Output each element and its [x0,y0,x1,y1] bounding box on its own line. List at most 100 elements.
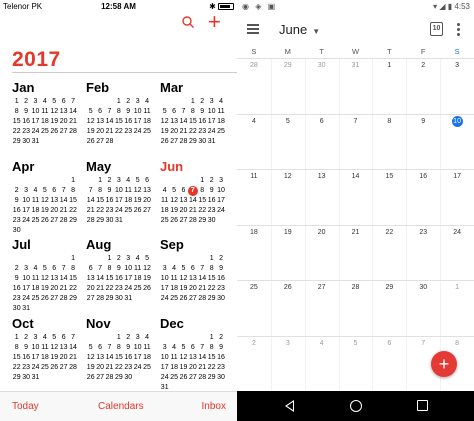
day-cell[interactable]: 8 [372,115,406,170]
day-cell[interactable]: 12 [271,170,305,225]
day-number: 23 [22,364,30,371]
day-number: 2 [219,255,223,262]
day-number: 31 [114,217,123,224]
day-cell[interactable]: 1 [440,281,474,336]
back-icon[interactable] [285,400,294,412]
day-cell[interactable]: 6 [305,115,339,170]
day-number: 17 [160,364,169,371]
day-cell[interactable]: 2 [406,59,440,114]
day-cell[interactable]: 11 [237,170,271,225]
search-icon[interactable] [182,16,194,28]
day-number [198,254,207,264]
day-number: 10 [160,275,169,282]
day-cell[interactable]: 31 [339,59,373,114]
day-cell[interactable]: 2 [237,337,271,392]
day-cell[interactable]: 26 [271,281,305,336]
day-cell[interactable]: 28 [237,59,271,114]
day-cell[interactable]: 5 [339,337,373,392]
day-number: 4 [42,98,47,105]
day-cell[interactable]: 4 [305,337,339,392]
day-cell[interactable]: 17 [440,170,474,225]
month-apr[interactable]: Apr 1 2 3 4 5 6 7 8 9 10 11 12 13 14 15 16 17 18 19 20 21 22 23… [12,159,78,236]
add-event-button[interactable]: + [208,11,221,33]
day-cell[interactable]: 3 [440,59,474,114]
day-number: 2 [14,187,19,194]
more-options-icon[interactable] [457,23,461,38]
day-cell[interactable]: 30 [305,59,339,114]
day-cell[interactable]: 25 [237,281,271,336]
month-mar[interactable]: Mar 1 2 3 4 5 6 7 8 9 10 11 12 13 14 15 16 17 18 19 20 21 22 23… [160,80,226,147]
day-cell[interactable]: 1 [372,59,406,114]
day-number [142,137,151,147]
day-number: 16 [12,285,21,292]
day-number: 31 [124,295,133,302]
day-number: 29 [207,374,216,381]
day-cell[interactable]: 18 [237,226,271,281]
day-number [68,304,77,314]
day-cell[interactable]: 20 [305,226,339,281]
day-cell[interactable]: 5 [271,115,305,170]
day-cell[interactable]: 16 [406,170,440,225]
day-cell[interactable]: 29 [271,59,305,114]
day-cell[interactable]: 14 [339,170,373,225]
day-cell[interactable]: 3 [271,337,305,392]
day-number: 10 [207,108,216,115]
month-feb[interactable]: Feb 1 2 3 4 5 6 7 8 9 10 11 12 13 14 15 16 17 18 19 20 21 22 23… [86,80,152,147]
month-aug[interactable]: Aug 1 2 3 4 5 6 7 8 9 10 11 12 13 14 15 16 17 18 19 20 21 22 23… [86,237,152,304]
inbox-button[interactable]: Inbox [202,401,226,412]
day-cell[interactable]: 15 [372,170,406,225]
month-title[interactable]: June ▼ [279,22,320,37]
day-number: 8 [200,187,205,194]
month-jan[interactable]: Jan 1 2 3 4 5 6 7 8 9 10 11 12 13 14 15 16 17 18 19 20 21 22 23… [12,80,78,147]
week-row: 18 19 20 21 22 23 24 [237,224,474,281]
day-number [169,97,178,107]
add-event-fab[interactable]: + [431,351,457,377]
day-cell[interactable]: 7 [339,115,373,170]
day-number: 6 [145,177,149,184]
day-number: 30 [114,295,123,302]
month-nov[interactable]: Nov 1 2 3 4 5 6 7 8 9 10 11 12 13 14 15 16 17 18 19 20 21 22 23… [86,316,152,383]
day-number [188,176,197,186]
home-icon[interactable] [350,400,362,412]
month-jul[interactable]: Jul 1 2 3 4 5 6 7 8 9 10 11 12 13 14 15 16 17 18 19 20 21 22 23… [12,237,78,314]
day-cell[interactable]: 23 [406,226,440,281]
month-oct[interactable]: Oct 1 2 3 4 5 6 7 8 9 10 11 12 13 14 15 16 17 18 19 20 21 22 23… [12,316,78,383]
day-cell[interactable]: 29 [372,281,406,336]
day-cell[interactable]: 13 [305,170,339,225]
day-number: 5 [52,98,57,105]
day-cell[interactable]: 21 [339,226,373,281]
month-dec[interactable]: Dec 1 2 3 4 5 6 7 8 9 10 11 12 13 14 15 16 17 18 19 20 21 22 23… [160,316,226,393]
day-cell[interactable]: 6 [372,337,406,392]
day-cell[interactable]: 24 [440,226,474,281]
day-cell[interactable]: 27 [305,281,339,336]
day-cell[interactable]: 4 [237,115,271,170]
day-number: 6 [190,265,195,272]
month-jun[interactable]: Jun 1 2 3 4 5 6 7 8 9 10 11 12 13 14 15 16 17 18 19 20 21 22 23… [160,159,226,226]
day-number: 4 [162,187,167,194]
day-cell[interactable]: 19 [271,226,305,281]
day-number [68,137,77,147]
day-number: 13 [170,118,178,125]
calendars-button[interactable]: Calendars [98,401,144,412]
day-number [179,333,188,343]
month-may[interactable]: May 1 2 3 4 5 6 7 8 9 10 11 12 13 14 15 16 17 18 19 20 21 22 23… [86,159,152,226]
day-number: 26 [160,138,169,145]
today-button[interactable]: Today [12,401,39,412]
menu-icon[interactable] [247,24,259,34]
day-number: 26 [179,295,188,302]
today-cell[interactable]: 10 [440,115,474,170]
day-cell[interactable]: 22 [372,226,406,281]
day-number: 19 [86,128,95,135]
day-number: 27 [86,295,95,302]
day-number: 22 [69,207,77,214]
today-icon[interactable]: 10 [430,22,443,36]
day-number: 30 [217,374,225,381]
day-number: 14 [69,108,77,115]
month-sep[interactable]: Sep 1 2 3 4 5 6 7 8 9 10 11 12 13 14 15 16 17 18 19 20 21 22 23… [160,237,226,304]
day-cell[interactable]: 9 [406,115,440,170]
year-title[interactable]: 2017 [12,48,61,72]
day-cell[interactable]: 28 [339,281,373,336]
day-number: 2 [24,98,29,105]
recents-icon[interactable] [417,400,428,411]
day-cell[interactable]: 30 [406,281,440,336]
